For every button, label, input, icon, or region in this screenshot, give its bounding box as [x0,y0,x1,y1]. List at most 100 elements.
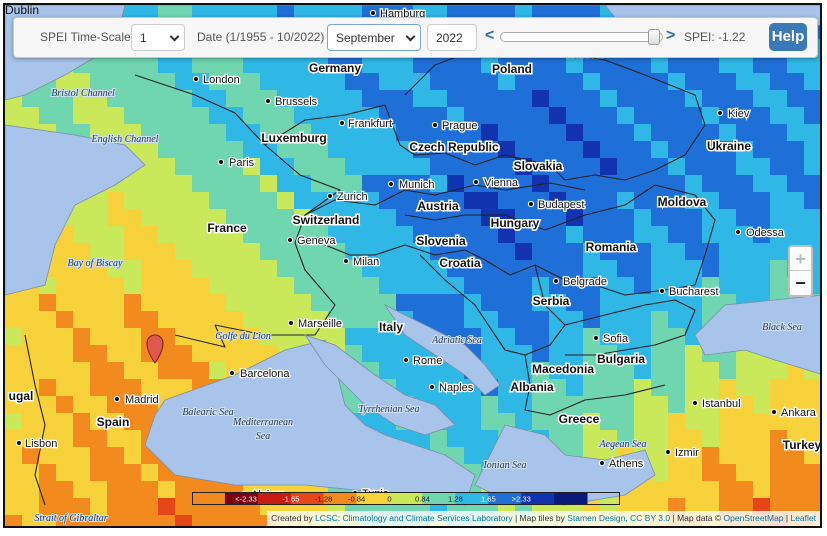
spei-cell [770,260,787,277]
spei-cell [56,107,73,124]
spei-cell [651,447,668,464]
spei-cell [668,328,685,345]
city-dot [527,200,535,208]
help-button[interactable]: Help [769,23,807,51]
spei-cell [56,396,73,413]
spei-cell [362,226,379,243]
previous-arrow-icon[interactable]: < [485,28,494,44]
spei-cell [243,515,260,526]
spei-cell [668,158,685,175]
spei-cell [702,362,719,379]
spei-cell [175,345,192,362]
spei-cell [668,311,685,328]
spei-cell [56,447,73,464]
spei-cell [158,192,175,209]
spei-cell [651,209,668,226]
leaflet-link[interactable]: Leaflet [790,513,816,523]
city-dot [664,448,672,456]
spei-cell [549,260,566,277]
lcsc-link[interactable]: LCSC [315,513,338,523]
spei-cell [311,294,328,311]
spei-cell [90,430,107,447]
city-dot [428,383,436,391]
osm-link[interactable]: OpenStreetMap [724,513,784,523]
city-label: Geneva [297,235,336,247]
spei-cell [787,379,804,396]
country-label: Czech Republic [409,140,499,154]
slider-thumb[interactable] [647,29,660,45]
date-label: Date (1/1955 - 10/2022) [197,30,325,44]
year-input[interactable]: 2022 [427,24,477,51]
spei-cell [736,192,753,209]
spei-cell [753,481,770,498]
timescale-select[interactable]: 1 [131,24,185,51]
city-dot [734,228,742,236]
spei-cell [702,209,719,226]
spei-cell [515,124,532,141]
spei-cell [345,175,362,192]
spei-cell [481,243,498,260]
spei-cell [311,158,328,175]
spei-cell [243,56,260,73]
spei-cell [345,277,362,294]
spei-cell [124,209,141,226]
spei-cell [192,90,209,107]
spei-cell [821,209,822,226]
spei-cell [464,396,481,413]
month-select[interactable]: September [327,24,421,51]
zoom-in-button[interactable]: + [790,247,811,271]
city-dot [192,75,200,83]
spei-cell [583,175,600,192]
spei-cell [787,73,804,90]
spei-cell [56,430,73,447]
spei-cell [107,430,124,447]
spei-cell [243,345,260,362]
spei-cell [107,464,124,481]
spei-cell [634,328,651,345]
spei-cell [549,56,566,73]
spei-cell [294,277,311,294]
spei-cell [668,430,685,447]
spei-cell [158,362,175,379]
date-slider[interactable] [500,32,663,42]
spei-cell [753,396,770,413]
spei-cell [770,73,787,90]
spei-cell [362,277,379,294]
spei-cell [158,515,175,526]
spei-cell [736,481,753,498]
spei-cell [56,413,73,430]
spei-cell [787,192,804,209]
city-dot [15,439,23,447]
spei-cell [141,243,158,260]
spei-cell [209,141,226,158]
spei-cell [617,260,634,277]
spei-cell [226,192,243,209]
spei-cell [787,481,804,498]
spei-cell [260,56,277,73]
spei-cell [651,311,668,328]
spei-cell [175,498,192,515]
stamen-link[interactable]: Stamen Design [567,513,625,523]
spei-cell [821,413,822,430]
spei-cell [5,498,22,515]
spei-cell [583,430,600,447]
spei-cell [226,294,243,311]
spei-cell [736,362,753,379]
spei-cell [668,260,685,277]
spei-cell [362,158,379,175]
spei-cell [583,90,600,107]
spei-map[interactable]: Germany Poland Luxemburg Czech Republic Slov… [5,5,822,528]
spei-cell [379,362,396,379]
map-frame[interactable]: Germany Poland Luxemburg Czech Republic Slov… [3,3,822,528]
lab-link[interactable]: Climatology and Climate Services Laborat… [343,513,513,523]
spei-cell [226,311,243,328]
spei-cell [209,277,226,294]
sea-label: Tyrrhenian Sea [358,404,419,415]
zoom-out-button[interactable]: − [790,271,811,295]
next-arrow-icon[interactable]: > [666,28,675,44]
spei-cell [498,396,515,413]
spei-cell [396,260,413,277]
spei-cell [583,107,600,124]
cc-link[interactable]: CC BY 3.0 [630,513,670,523]
attribution-tiles: | Map tiles by [514,513,565,523]
